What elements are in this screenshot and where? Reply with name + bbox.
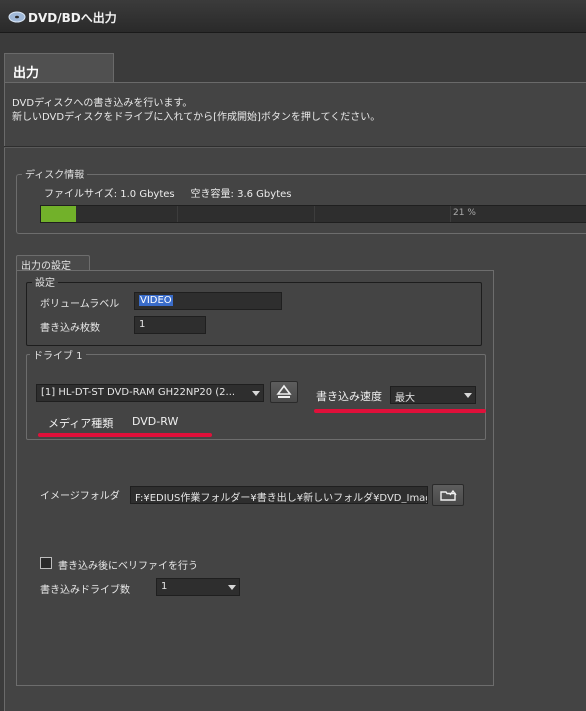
image-folder-label: イメージフォルダ bbox=[40, 491, 120, 502]
drive-count-select[interactable]: 1 bbox=[156, 578, 240, 596]
verify-checkbox[interactable] bbox=[40, 557, 52, 569]
disk-info-legend: ディスク情報 bbox=[22, 166, 88, 181]
highlight-underline-speed bbox=[314, 409, 486, 413]
instructions: DVDディスクへの書き込みを行います。 新しいDVDディスクをドライブに入れてか… bbox=[12, 97, 380, 125]
verify-label: 書き込み後にベリファイを行う bbox=[58, 561, 198, 572]
window-title: DVD/BDへ出力 bbox=[28, 11, 117, 25]
chevron-down-icon bbox=[228, 585, 236, 590]
media-type-label: メディア種類 bbox=[48, 417, 114, 430]
disc-icon bbox=[8, 11, 26, 23]
progress-segment-divider bbox=[450, 206, 451, 222]
write-speed-select[interactable]: 最大 bbox=[390, 386, 476, 404]
progress-fill bbox=[41, 206, 76, 222]
drive-group-legend: ドライブ 1 bbox=[30, 347, 86, 362]
copies-input[interactable]: 1 bbox=[134, 316, 206, 334]
free-space-text: 空き容量: 3.6 Gbytes bbox=[190, 189, 292, 200]
drive-count-value: 1 bbox=[161, 581, 168, 592]
browse-folder-button[interactable] bbox=[432, 484, 464, 506]
disk-usage-progress-bar: 21 % bbox=[40, 205, 586, 223]
progress-segment-divider bbox=[177, 206, 178, 222]
disk-info-group bbox=[16, 174, 586, 234]
eject-button[interactable] bbox=[270, 381, 298, 403]
progress-percent-label: 21 % bbox=[453, 208, 476, 218]
write-speed-value: 最大 bbox=[395, 393, 415, 404]
instructions-line-2: 新しいDVDディスクをドライブに入れてから[作成開始]ボタンを押してください。 bbox=[12, 112, 381, 123]
tab-output[interactable]: 出力 bbox=[4, 53, 114, 84]
highlight-underline-media bbox=[38, 433, 212, 437]
window-titlebar: DVD/BDへ出力 bbox=[0, 0, 586, 33]
disk-info-text: ファイルサイズ: 1.0 Gbytes 空き容量: 3.6 Gbytes bbox=[44, 185, 291, 200]
copies-label: 書き込み枚数 bbox=[40, 323, 100, 334]
tab-output-label: 出力 bbox=[13, 66, 40, 81]
chevron-down-icon bbox=[464, 393, 472, 398]
progress-segment-divider bbox=[314, 206, 315, 222]
chevron-down-icon bbox=[252, 391, 260, 396]
folder-open-icon bbox=[440, 489, 457, 501]
drive-select-value: [1] HL-DT-ST DVD-RAM GH22NP20 (2... bbox=[41, 387, 236, 398]
volume-label-input[interactable]: VIDEO bbox=[134, 292, 282, 310]
volume-label-value: VIDEO bbox=[139, 295, 173, 306]
instructions-line-1: DVDディスクへの書き込みを行います。 bbox=[12, 98, 193, 109]
file-size-text: ファイルサイズ: 1.0 Gbytes bbox=[44, 189, 175, 200]
image-folder-input[interactable]: F:¥EDIUS作業フォルダー¥書き出し¥新しいフォルダ¥DVD_Image bbox=[130, 486, 428, 504]
divider bbox=[4, 146, 586, 148]
image-folder-value: F:¥EDIUS作業フォルダー¥書き出し¥新しいフォルダ¥DVD_Image bbox=[135, 493, 428, 504]
volume-label-label: ボリュームラベル bbox=[40, 299, 120, 310]
write-speed-label: 書き込み速度 bbox=[316, 390, 382, 403]
media-type-value: DVD-RW bbox=[132, 415, 179, 428]
drive-count-label: 書き込みドライブ数 bbox=[40, 585, 130, 596]
settings-group-legend: 設定 bbox=[32, 274, 58, 289]
drive-select[interactable]: [1] HL-DT-ST DVD-RAM GH22NP20 (2... bbox=[36, 384, 264, 402]
copies-value: 1 bbox=[139, 319, 146, 330]
eject-icon bbox=[276, 384, 292, 398]
